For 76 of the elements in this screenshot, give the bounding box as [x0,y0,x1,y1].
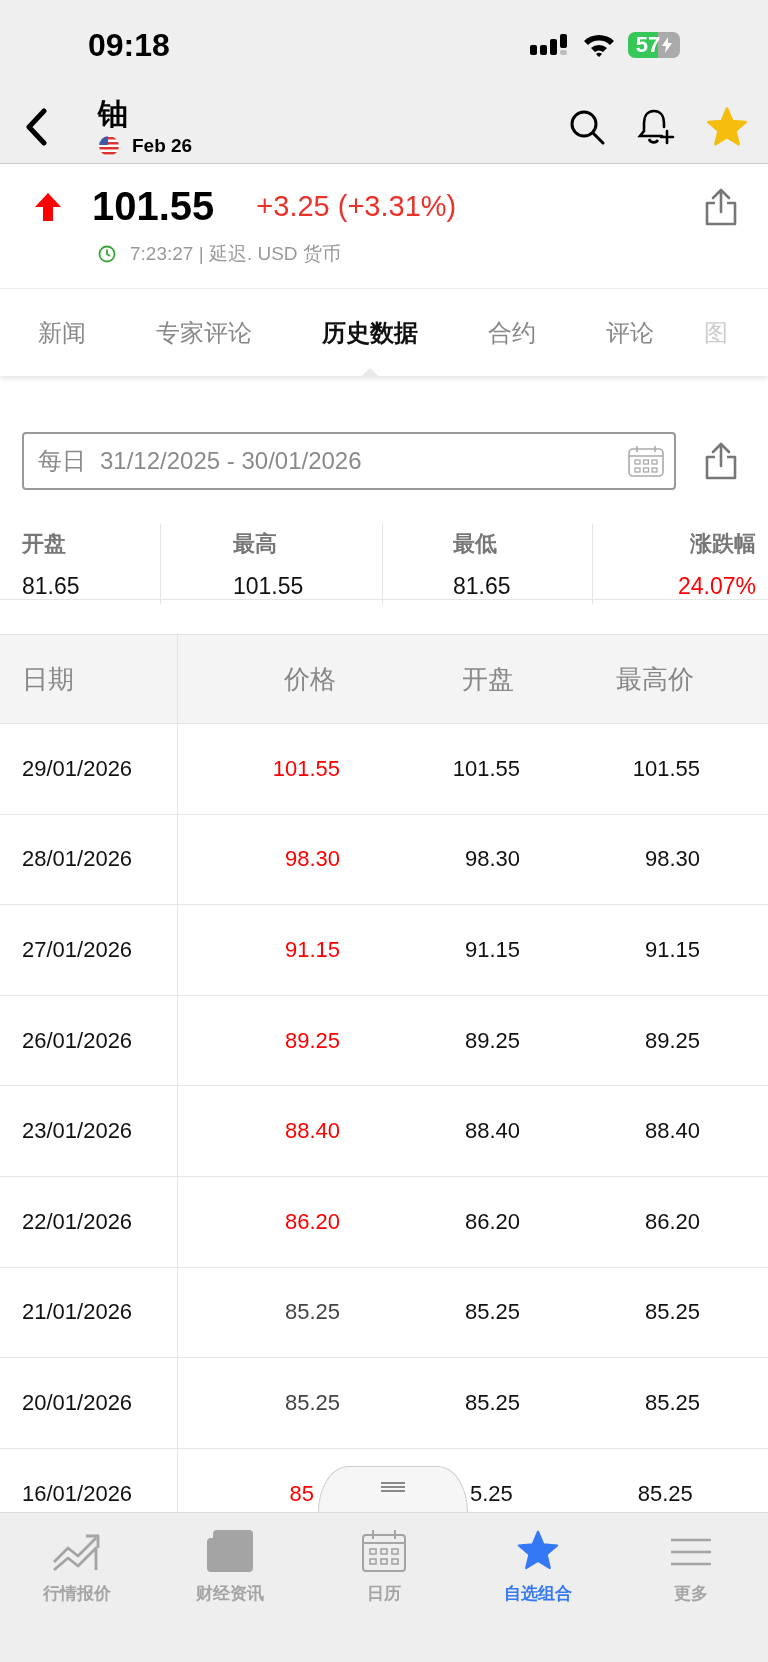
nav-item[interactable]: 更多 [614,1529,768,1605]
table-cell-text: 98.30 [283,846,340,873]
table-cell-text: 89.25 [283,1027,340,1054]
stat-label: 涨跌幅 [690,529,756,558]
clock-icon [98,245,116,263]
table-cell-text: 85.25 [283,1389,340,1416]
wifi-icon [582,33,616,57]
column-header: 价格 [283,662,336,696]
back-icon[interactable] [24,107,48,146]
stat-label: 开盘 [22,529,67,558]
stat-value: 24.07% [678,572,756,600]
favorite-star-icon[interactable] [706,105,748,148]
signal-icon [530,33,570,57]
calendar-icon [628,445,664,477]
table-cell-text: 85.25 [643,1389,700,1416]
share-icon[interactable] [704,186,738,227]
tab[interactable]: 新闻 [38,289,86,376]
tab[interactable]: 合约 [488,289,536,376]
table-cell: 27/01/2026 [0,905,178,995]
tab[interactable]: 专家评论 [156,289,252,376]
news-icon [207,1530,254,1572]
header-date: Feb 26 [132,134,193,157]
share-icon[interactable] [704,441,738,481]
stat-value: 101.55 [233,572,305,600]
table-cell: 20/01/2026 [0,1358,178,1448]
table-cell-text: 85.25 [643,1299,700,1326]
table-cell: 28/01/2026 [0,814,178,905]
status-time: 09:18 [88,26,170,64]
table-cell-text: 101.55 [631,755,700,782]
nav-item[interactable]: 日历 [307,1529,461,1605]
table-cell-text: 89.25 [643,1027,700,1054]
table-cell-text: 89.25 [463,1027,520,1054]
table-cell-text: 88.40 [283,1118,340,1145]
table-cell-text: 91.15 [643,937,700,963]
stat-value: 81.65 [453,572,512,600]
table-cell: 22/01/2026 [0,1176,178,1267]
column-header: 开盘 [461,662,514,696]
trend-chart-icon [51,1532,102,1572]
table-cell-text: 85.25 [283,1299,340,1326]
nav-item[interactable]: 行情报价 [0,1529,154,1605]
flag-icon [98,134,120,157]
table-cell: 21/01/2026 [0,1267,178,1358]
price-change: +3.25 (+3.31%) [256,190,458,223]
watchlist-nav-item[interactable]: 自选组合 [460,1529,615,1605]
page-title: 铀 [98,96,129,131]
table-cell-text: 98.30 [643,846,700,873]
table-cell-text: 88.40 [643,1118,700,1145]
table-cell-text: 85.25 [463,1299,520,1326]
date-range-field[interactable]: 每日 31/12/2025 - 30/01/2026 [22,432,676,490]
table-cell-text: 86.20 [643,1208,700,1235]
table-cell: 5.25 [470,1480,513,1507]
column-header: 日期 [0,635,178,723]
table-cell-text: 91.15 [283,937,340,963]
table-cell-text: 86.20 [283,1208,340,1235]
stat-label: 最高 [233,529,278,558]
table-cell-text: 85.25 [463,1389,520,1416]
stat-value: 81.65 [22,572,81,600]
quote-time: 7:23:27 | 延迟. USD 货币 [130,242,341,266]
table-cell: 26/01/2026 [0,995,178,1086]
table-cell: 23/01/2026 [0,1086,178,1176]
nav-item[interactable]: 财经资讯 [153,1529,308,1605]
table-cell: 29/01/2026 [0,724,178,814]
table-cell-text: 85.25 [636,1480,693,1507]
tab[interactable]: 历史数据 [322,289,418,376]
table-cell-text: 101.55 [451,755,520,782]
tab[interactable]: 评论 [606,289,654,376]
calendar-icon [362,1530,406,1572]
table-cell-text: 86.20 [463,1208,520,1235]
table-cell-text: 101.55 [271,755,340,782]
column-header: 最高价 [615,662,694,696]
table-cell-text: 98.30 [463,846,520,873]
table-cell-text: 91.15 [463,937,520,963]
last-price: 101.55 [92,184,215,229]
stat-label: 最低 [453,529,498,558]
table-cell-text: 85 [288,1480,314,1507]
table-cell-text: 88.40 [463,1118,520,1145]
